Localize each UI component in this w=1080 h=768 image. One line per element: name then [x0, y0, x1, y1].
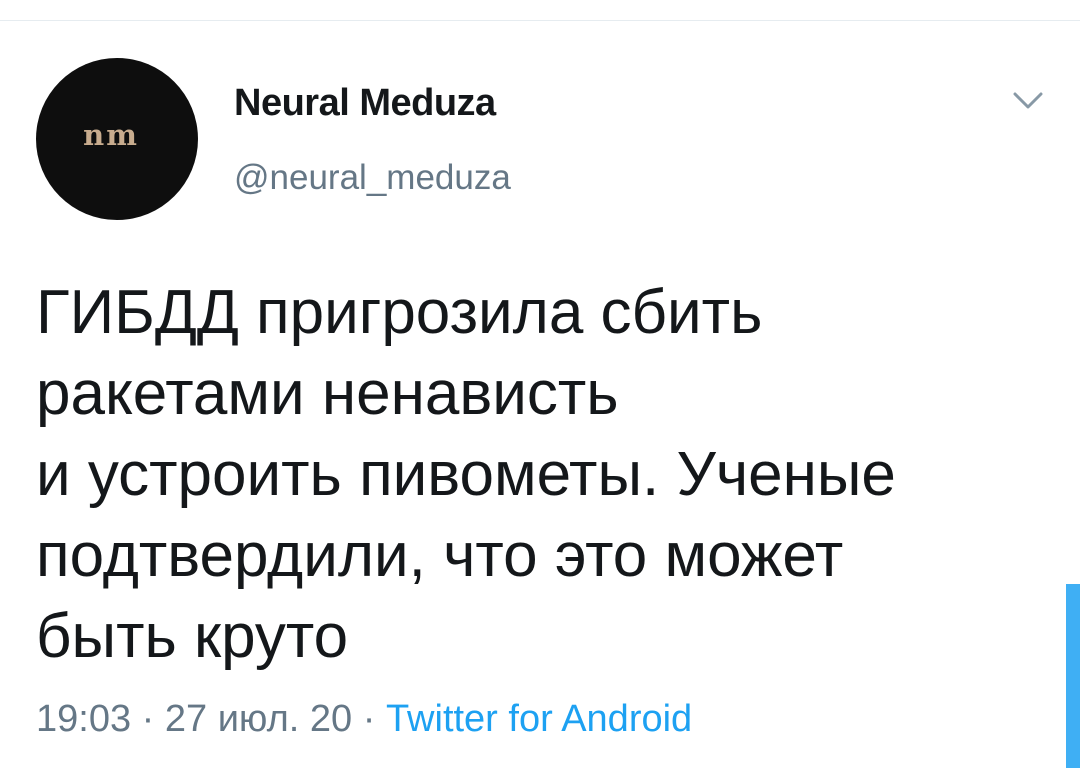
author-handle[interactable]: @neural_meduza	[234, 156, 511, 200]
tweet-text-line: быть круто	[36, 602, 349, 671]
author-display-name[interactable]: Neural Meduza	[234, 80, 496, 126]
avatar-logo: nm	[83, 118, 139, 152]
meta-separator: ·	[362, 698, 376, 740]
top-divider	[0, 20, 1080, 21]
chevron-down-icon[interactable]	[1010, 88, 1046, 114]
tweet-text-line: подтвердили, что это может	[36, 521, 844, 590]
tweet-source-link[interactable]: Twitter for Android	[386, 698, 692, 740]
meta-separator: ·	[141, 698, 155, 740]
avatar[interactable]: nm	[36, 58, 198, 220]
tweet-text-line: ракетами ненависть	[36, 359, 619, 428]
tweet-text: ГИБДД пригрозила сбить ракетами ненавист…	[36, 272, 1036, 677]
tweet-meta: 19:03 · 27 июл. 20 · Twitter for Android	[36, 694, 692, 744]
tweet-date[interactable]: 27 июл. 20	[165, 698, 352, 740]
tweet-text-line: и устроить пивометы. Ученые	[36, 440, 896, 509]
tweet-time[interactable]: 19:03	[36, 698, 131, 740]
tweet-text-line: ГИБДД пригрозила сбить	[36, 278, 763, 347]
scrollbar-thumb[interactable]	[1066, 584, 1080, 768]
